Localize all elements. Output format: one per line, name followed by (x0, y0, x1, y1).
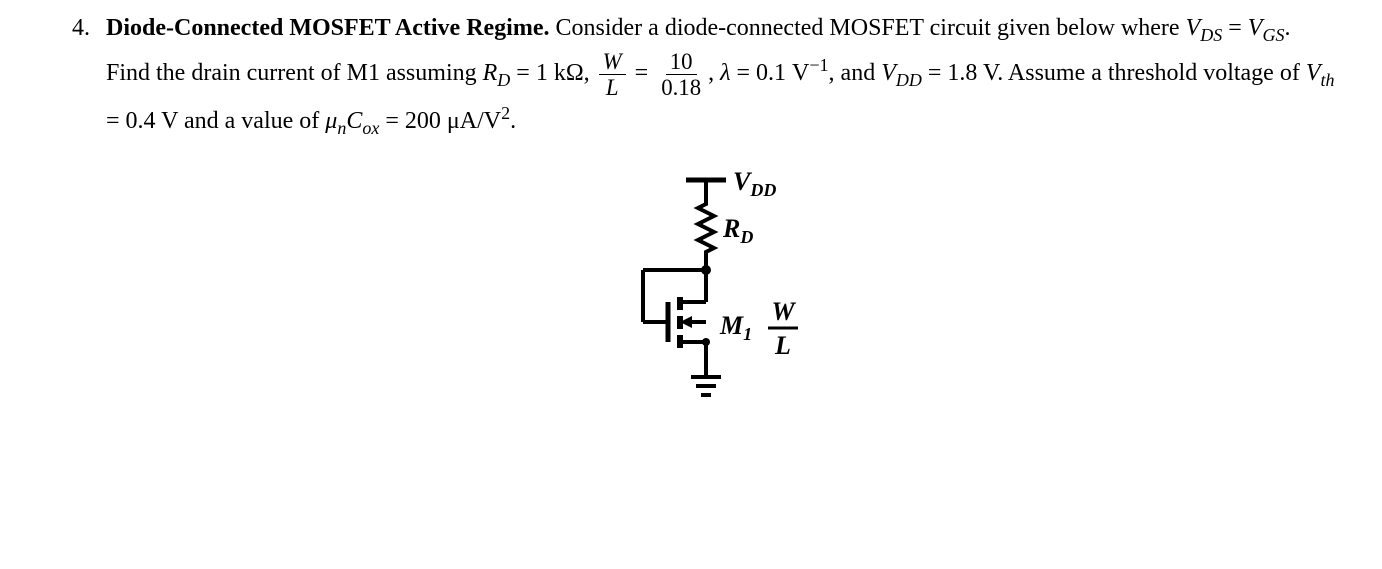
vds-symbol: VDS (1186, 15, 1223, 41)
period: . (510, 108, 516, 134)
vdd-value: = 1.8 V. Assume a threshold voltage of (922, 60, 1306, 86)
problem-number: 4. (40, 10, 106, 46)
wl-eq: = (629, 60, 655, 86)
text-4: , and (829, 60, 882, 86)
rd-value: = 1 kΩ, (510, 60, 595, 86)
vdd-label: VDD (733, 167, 776, 200)
mucox-value: = 200 μA/V (379, 108, 501, 134)
lambda-exp: −1 (809, 55, 828, 75)
rd-label: RD (722, 214, 753, 247)
mu-symbol: μn (325, 108, 346, 134)
square-exp: 2 (501, 103, 510, 123)
cox-symbol: Cox (346, 108, 379, 134)
problem-title: Diode-Connected MOSFET Active Regime. (106, 15, 550, 41)
vdd-symbol: VDD (881, 60, 922, 86)
rd-symbol: RD (483, 60, 511, 86)
lambda-value: = 0.1 V (731, 60, 810, 86)
vth-symbol: Vth (1306, 60, 1335, 86)
vth-value: = 0.4 V and a value of (106, 108, 325, 134)
lambda-symbol: λ (720, 60, 730, 86)
m1-label: M1 (719, 311, 752, 344)
w-label: W (771, 297, 796, 326)
l-label: L (774, 331, 791, 360)
vgs-symbol: VGS (1248, 15, 1285, 41)
text-intro: Consider a diode-connected MOSFET circui… (550, 15, 1186, 41)
problem-body: Diode-Connected MOSFET Active Regime. Co… (106, 10, 1340, 422)
circuit-diagram: VDD RD (598, 162, 848, 422)
problem-container: 4. Diode-Connected MOSFET Active Regime.… (40, 10, 1340, 422)
wl-fraction: W L (599, 49, 626, 100)
text-3: , (708, 60, 720, 86)
ratio-fraction: 10 0.18 (657, 49, 705, 100)
